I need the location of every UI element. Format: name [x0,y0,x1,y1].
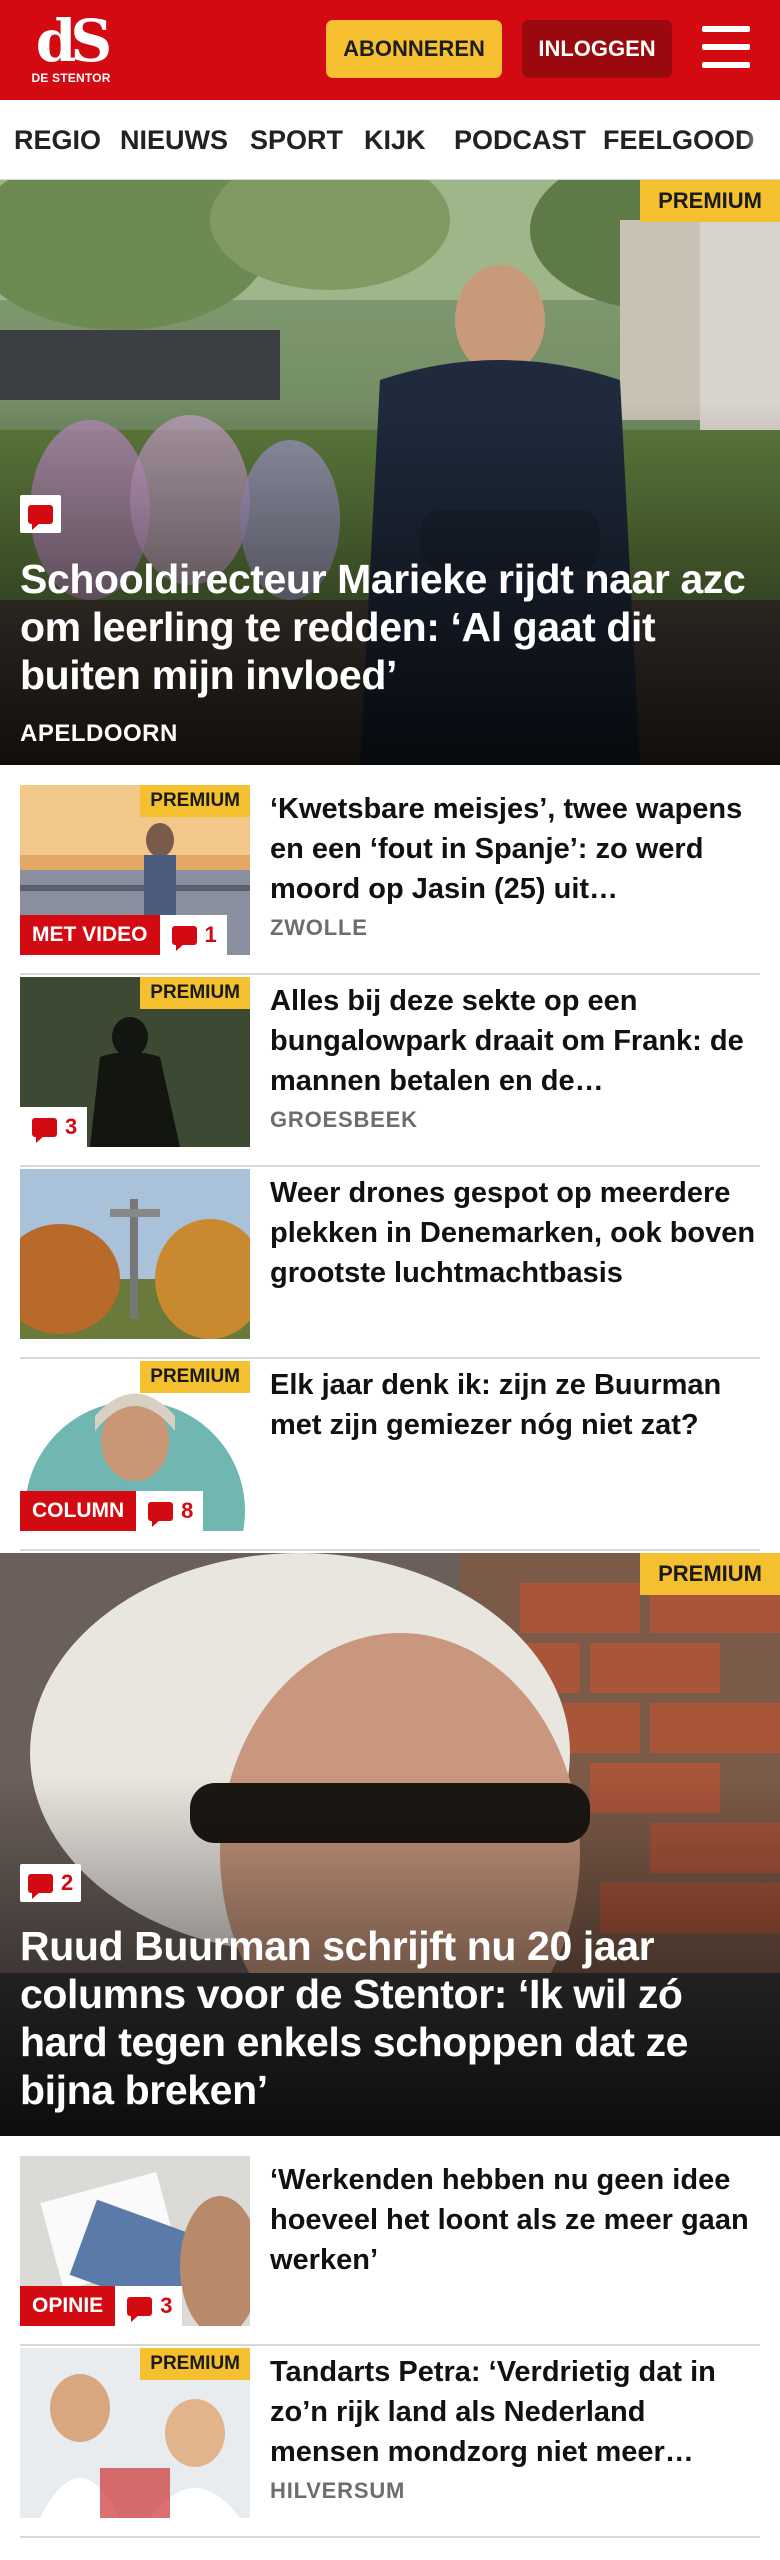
comment-count: 8 [181,1498,194,1523]
article-title[interactable]: Tandarts Petra: ‘Verdrietig dat in zo’n … [270,2352,760,2472]
article-location: GROESBEEK [270,1107,418,1132]
subscribe-button[interactable]: ABONNEREN [326,20,502,78]
column-label: COLUMN [20,1491,137,1531]
hero-article-schooldirecteur[interactable]: PREMIUM Schooldirecteur Marieke rijdt na… [0,180,780,765]
article-location: ZWOLLE [270,915,368,940]
article-title[interactable]: Alles bij deze sekte op een bungalowpark… [270,981,760,1101]
nav-item-regio[interactable]: REGIO [14,100,101,179]
nav-scroll-fade [745,100,780,179]
thumbnail-badges: OPINIE 3 [20,2286,183,2326]
comment-bubble-icon [28,504,53,530]
opinion-label: OPINIE [20,2286,116,2326]
nav-item-podcast[interactable]: PODCAST [454,100,586,179]
thumbnail-badges: 3 [20,1107,88,1147]
article-thumbnail: PREMIUM MET VIDEO 1 [20,785,250,955]
nav-item-nieuws[interactable]: NIEUWS [120,100,228,179]
comment-count: 3 [65,1114,78,1139]
hero-article-buurman[interactable]: PREMIUM 2 Ruud Buurman schrijft nu 20 ja… [0,1553,780,2136]
section-nav: REGIO NIEUWS SPORT KIJK PODCAST FEELGOOD… [0,100,780,180]
hero-location: APELDOORN [20,720,178,747]
article-thumbnail: PREMIUM COLUMN 8 [20,1361,250,1531]
comment-indicator [20,495,61,533]
nav-item-sport[interactable]: SPORT [250,100,343,179]
logo-mark: dS [35,7,112,75]
comment-bubble-icon [32,1117,57,1143]
comment-indicator: 3 [20,1107,88,1147]
login-button[interactable]: INLOGGEN [522,20,672,78]
comment-count: 3 [160,2293,173,2318]
article-title[interactable]: Weer drones gespot op meerdere plekken i… [270,1173,760,1293]
hamburger-menu-icon[interactable] [700,24,752,72]
article-title[interactable]: ‘Kwetsbare meisjes’, twee wapens en een … [270,789,760,909]
hero-title[interactable]: Ruud Buurman schrijft nu 20 jaar columns… [20,1922,760,2114]
list-item[interactable]: PREMIUM COLUMN 8 Elk jaar denk ik: zijn … [20,1361,760,1551]
comment-bubble-icon [127,2296,153,2322]
article-title[interactable]: Elk jaar denk ik: zijn ze Buurman met zi… [270,1365,760,1445]
comment-indicator: 8 [136,1491,204,1531]
list-item[interactable]: OPINIE 3 ‘Werkenden hebben nu geen idee … [20,2156,760,2346]
article-thumbnail: OPINIE 3 [20,2156,250,2326]
comment-bubble-icon [28,1873,53,1899]
premium-badge: PREMIUM [140,785,250,817]
article-title[interactable]: ‘Werkenden hebben nu geen idee hoeveel h… [270,2160,760,2280]
article-location: HILVERSUM [270,2478,406,2503]
premium-badge: PREMIUM [640,180,780,222]
list-item[interactable]: PREMIUM MET VIDEO 1 ‘Kwetsbare meisjes’,… [20,785,760,975]
article-thumbnail: PREMIUM 3 [20,977,250,1147]
thumbnail-badges: COLUMN 8 [20,1491,204,1531]
comment-count: 2 [61,1870,74,1895]
logo-text: DE STENTOR [31,71,111,85]
premium-badge: PREMIUM [140,977,250,1009]
nav-item-feelgood[interactable]: FEELGOOD [603,100,755,179]
comment-bubble-icon [148,1501,174,1527]
comment-bubble-icon [171,925,197,951]
premium-badge: PREMIUM [640,1553,780,1595]
list-item[interactable]: PREMIUM 3 Alles bij deze sekte op een bu… [20,977,760,1167]
nav-item-kijk[interactable]: KIJK [364,100,426,179]
thumbnail-badges: MET VIDEO 1 [20,915,227,955]
article-thumbnail: PREMIUM [20,2348,250,2518]
list-item[interactable]: Weer drones gespot op meerdere plekken i… [20,1169,760,1359]
comment-indicator: 3 [115,2286,183,2326]
comment-count: 1 [204,922,217,947]
site-logo[interactable]: dS DE STENTOR [28,12,114,90]
hero-title[interactable]: Schooldirecteur Marieke rijdt naar azc o… [20,555,760,699]
video-label: MET VIDEO [20,915,160,955]
article-thumbnail [20,1169,250,1339]
site-header: dS DE STENTOR ABONNEREN INLOGGEN [0,0,780,100]
premium-badge: PREMIUM [140,1361,250,1393]
comment-indicator: 1 [159,915,227,955]
comment-indicator: 2 [20,1864,82,1902]
premium-badge: PREMIUM [140,2348,250,2380]
list-item[interactable]: PREMIUM Tandarts Petra: ‘Verdrietig dat … [20,2348,760,2538]
